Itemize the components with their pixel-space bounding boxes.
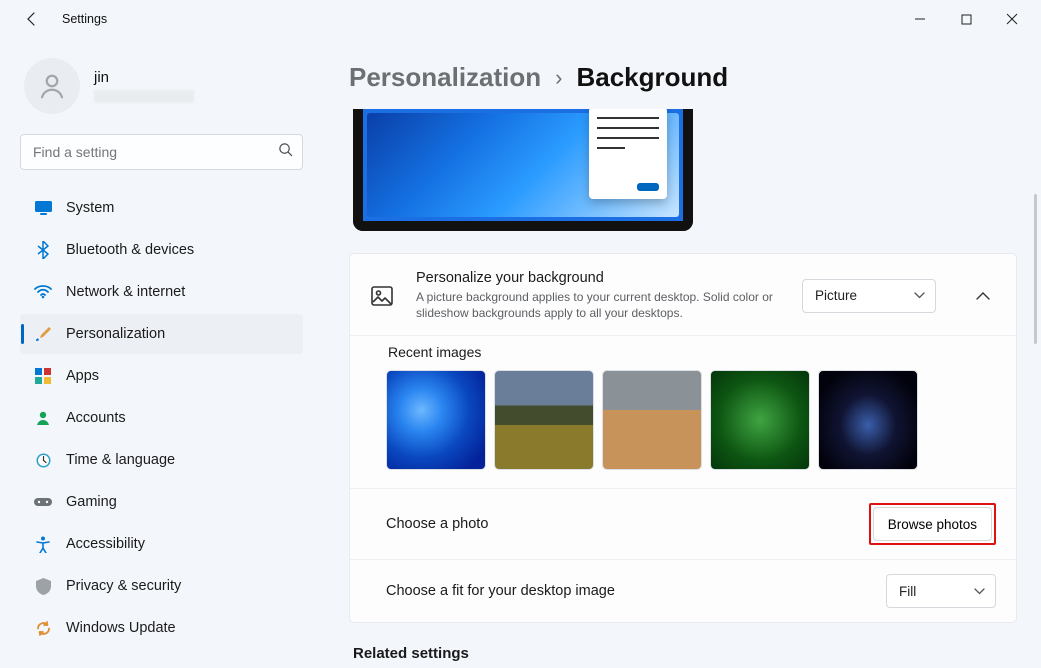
nav-label: Bluetooth & devices bbox=[66, 242, 194, 258]
chevron-down-icon bbox=[974, 588, 985, 595]
clock-icon bbox=[34, 451, 52, 469]
nav-item-network[interactable]: Network & internet bbox=[20, 272, 303, 312]
choose-fit-row: Choose a fit for your desktop image Fill bbox=[350, 559, 1016, 622]
search-input[interactable] bbox=[20, 134, 303, 170]
nav-item-apps[interactable]: Apps bbox=[20, 356, 303, 396]
window-close-button[interactable] bbox=[989, 4, 1035, 34]
breadcrumb: Personalization › Background bbox=[349, 62, 1017, 93]
nav-item-time[interactable]: Time & language bbox=[20, 440, 303, 480]
recent-image-thumb[interactable] bbox=[818, 370, 918, 470]
accessibility-icon bbox=[34, 535, 52, 553]
profile-email-redacted bbox=[94, 90, 194, 103]
nav-item-personalization[interactable]: Personalization bbox=[20, 314, 303, 354]
select-value: Picture bbox=[815, 288, 857, 303]
update-icon bbox=[34, 619, 52, 637]
titlebar: Settings bbox=[0, 0, 1041, 38]
nav-item-accounts[interactable]: Accounts bbox=[20, 398, 303, 438]
paintbrush-icon bbox=[34, 325, 52, 343]
scrollbar[interactable] bbox=[1034, 194, 1037, 344]
nav-label: Accounts bbox=[66, 410, 126, 426]
browse-photos-button[interactable]: Browse photos bbox=[873, 507, 992, 541]
system-icon bbox=[34, 199, 52, 217]
nav-label: Gaming bbox=[66, 494, 117, 510]
picture-icon bbox=[368, 282, 396, 310]
nav-label: Network & internet bbox=[66, 284, 185, 300]
recent-images-section: Recent images bbox=[350, 335, 1016, 488]
button-label: Browse photos bbox=[888, 517, 977, 532]
nav-item-bluetooth[interactable]: Bluetooth & devices bbox=[20, 230, 303, 270]
nav-label: Time & language bbox=[66, 452, 175, 468]
choose-photo-row: Choose a photo Browse photos bbox=[350, 488, 1016, 559]
nav-item-system[interactable]: System bbox=[20, 188, 303, 228]
person-icon bbox=[34, 409, 52, 427]
nav-item-privacy[interactable]: Privacy & security bbox=[20, 566, 303, 606]
background-type-select[interactable]: Picture bbox=[802, 279, 936, 313]
shield-icon bbox=[34, 577, 52, 595]
avatar bbox=[24, 58, 80, 114]
search-box[interactable] bbox=[20, 134, 303, 170]
bluetooth-icon bbox=[34, 241, 52, 259]
main-content: Personalization › Background Personalize… bbox=[315, 38, 1041, 668]
choose-fit-label: Choose a fit for your desktop image bbox=[386, 583, 615, 599]
nav-label: Personalization bbox=[66, 326, 165, 342]
personalize-header: Personalize your background A picture ba… bbox=[350, 254, 1016, 335]
search-icon bbox=[278, 142, 293, 162]
nav-label: System bbox=[66, 200, 114, 216]
recent-image-thumb[interactable] bbox=[494, 370, 594, 470]
page-title: Background bbox=[576, 62, 728, 93]
nav-label: Apps bbox=[66, 368, 99, 384]
back-button[interactable] bbox=[20, 7, 44, 31]
recent-image-thumb[interactable] bbox=[386, 370, 486, 470]
personalize-title: Personalize your background bbox=[416, 270, 782, 286]
highlight-annotation: Browse photos bbox=[869, 503, 996, 545]
chevron-down-icon bbox=[914, 292, 925, 299]
profile-block[interactable]: jin bbox=[20, 58, 303, 114]
apps-icon bbox=[34, 367, 52, 385]
nav-item-gaming[interactable]: Gaming bbox=[20, 482, 303, 522]
preview-window-mock bbox=[589, 109, 667, 199]
background-preview bbox=[353, 109, 693, 231]
recent-image-thumb[interactable] bbox=[602, 370, 702, 470]
nav-label: Accessibility bbox=[66, 536, 145, 552]
window-maximize-button[interactable] bbox=[943, 4, 989, 34]
related-settings-heading: Related settings bbox=[353, 645, 1017, 662]
select-value: Fill bbox=[899, 584, 916, 599]
gamepad-icon bbox=[34, 493, 52, 511]
nav-label: Windows Update bbox=[66, 620, 176, 636]
breadcrumb-parent[interactable]: Personalization bbox=[349, 62, 541, 93]
personalize-desc: A picture background applies to your cur… bbox=[416, 289, 782, 321]
collapse-section-button[interactable] bbox=[970, 292, 996, 300]
nav-list: System Bluetooth & devices Network & int… bbox=[20, 188, 303, 648]
app-name: Settings bbox=[62, 12, 107, 26]
choose-photo-label: Choose a photo bbox=[386, 516, 488, 532]
recent-label: Recent images bbox=[388, 344, 996, 360]
nav-item-accessibility[interactable]: Accessibility bbox=[20, 524, 303, 564]
chevron-right-icon: › bbox=[555, 65, 562, 91]
fit-select[interactable]: Fill bbox=[886, 574, 996, 608]
window-minimize-button[interactable] bbox=[897, 4, 943, 34]
recent-image-thumb[interactable] bbox=[710, 370, 810, 470]
profile-name: jin bbox=[94, 69, 194, 86]
sidebar: jin System Bluetooth & devices Network &… bbox=[0, 38, 315, 668]
nav-item-update[interactable]: Windows Update bbox=[20, 608, 303, 648]
background-settings-card: Personalize your background A picture ba… bbox=[349, 253, 1017, 623]
nav-label: Privacy & security bbox=[66, 578, 181, 594]
wifi-icon bbox=[34, 283, 52, 301]
